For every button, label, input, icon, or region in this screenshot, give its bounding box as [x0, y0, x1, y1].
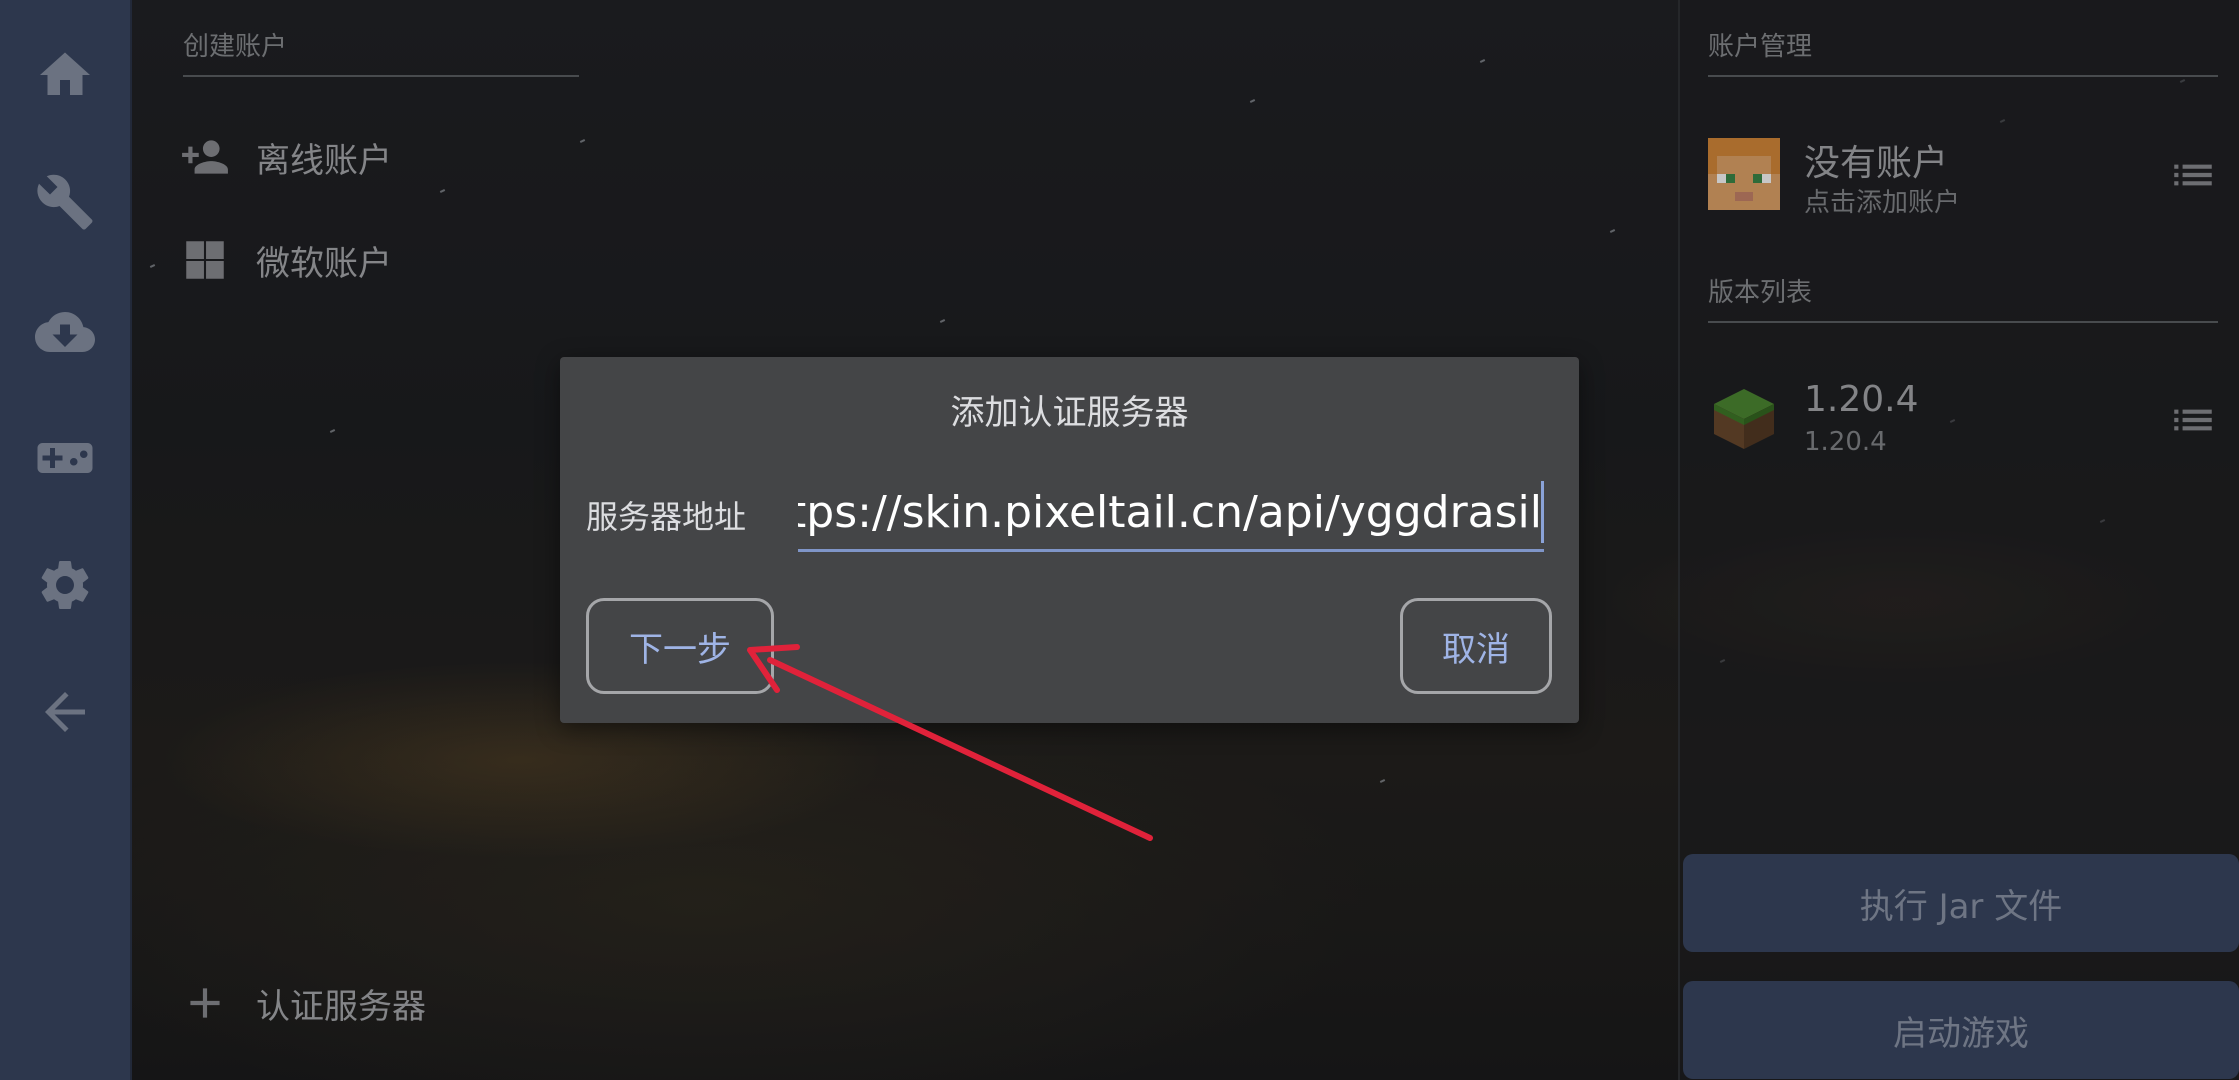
dialog-title: 添加认证服务器: [950, 393, 1189, 433]
server-address-label: 服务器地址: [586, 498, 747, 536]
launcher-screen: 创建账户 离线账户 微软账户 认证服务器 账户管理 没有账户 点击添加账户 版本…: [0, 0, 2239, 1080]
add-auth-server-dialog: 添加认证服务器 服务器地址 https://skin.pixeltail.cn/…: [560, 357, 1579, 723]
server-address-input[interactable]: https://skin.pixeltail.cn/api/yggdrasil: [798, 477, 1544, 552]
next-button[interactable]: 下一步: [586, 598, 774, 694]
cancel-button[interactable]: 取消: [1400, 598, 1552, 694]
server-address-value: https://skin.pixeltail.cn/api/yggdrasil: [798, 487, 1542, 538]
text-caret: [1541, 481, 1544, 543]
